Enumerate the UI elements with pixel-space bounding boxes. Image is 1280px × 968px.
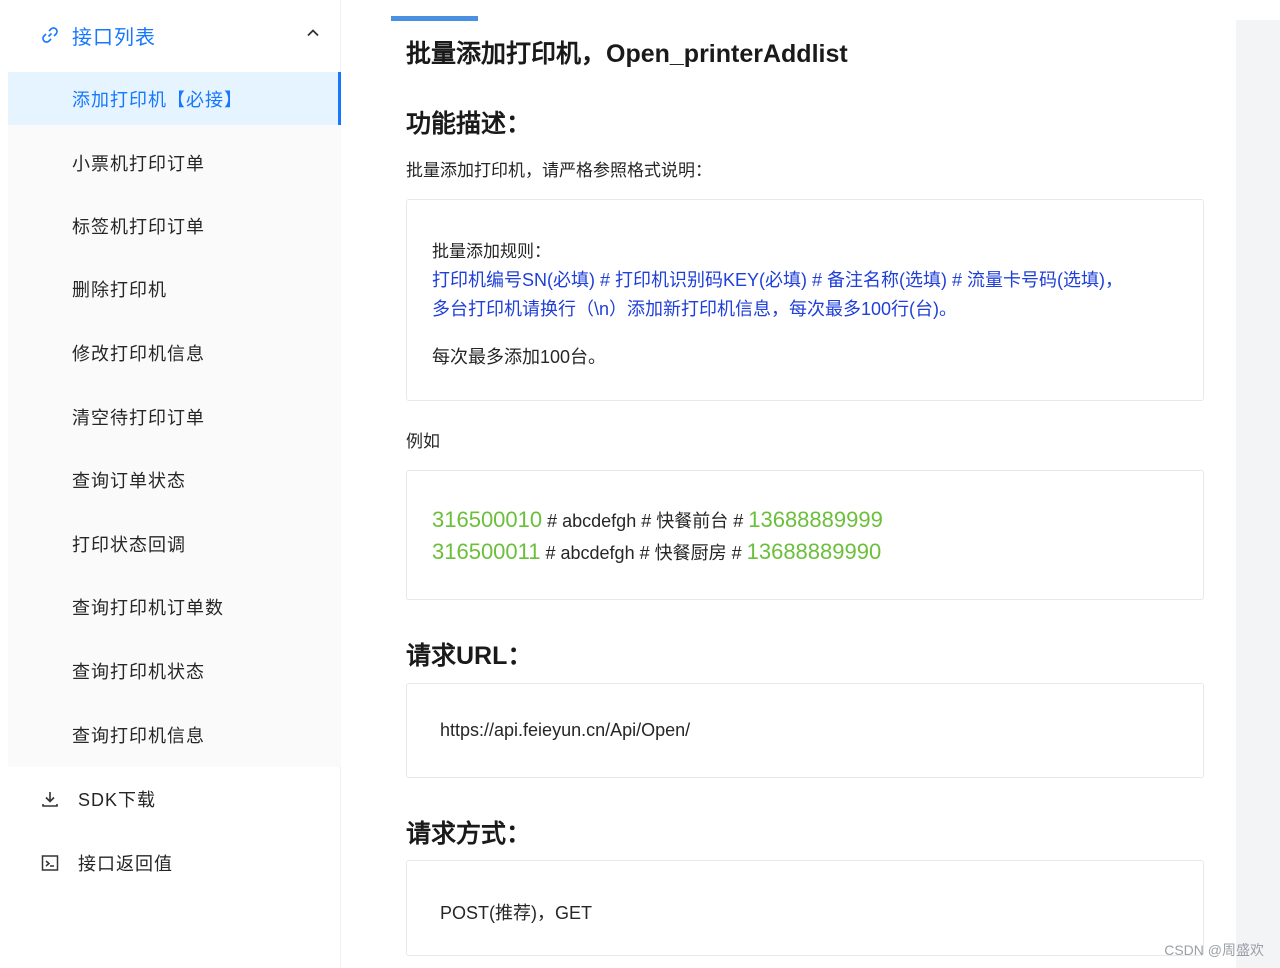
sidebar-item-receipt-print[interactable]: 小票机打印订单 (8, 131, 341, 194)
download-icon (42, 792, 58, 807)
sidebar-item-return-values[interactable]: 接口返回值 (8, 833, 341, 893)
example-box: 316500010 # abcdefgh # 快餐前台 # 1368888999… (406, 470, 1204, 600)
scrollbar-track[interactable] (1236, 20, 1280, 968)
link-icon (42, 27, 58, 43)
func-description: 批量添加打印机，请严格参照格式说明： (406, 161, 712, 180)
request-url[interactable]: https://api.feieyun.cn/Api/Open/ (440, 720, 690, 741)
example-label: 例如 (406, 432, 440, 451)
sidebar-item-label-print[interactable]: 标签机打印订单 (8, 194, 341, 258)
sidebar-item-sdk-download[interactable]: SDK下载 (8, 769, 341, 829)
sidebar-item-add-printer[interactable]: 添加打印机【必接】 (8, 72, 341, 125)
rules-line-2: 多台打印机请换行（\n）添加新打印机信息，每次最多100行(台)。 (432, 299, 958, 319)
sidebar: 接口列表 添加打印机【必接】 小票机打印订单 标签机打印订单 删除打印机 修改打… (8, 0, 341, 968)
url-box: https://api.feieyun.cn/Api/Open/ (406, 683, 1204, 778)
page-title: 批量添加打印机，Open_printerAddlist (406, 40, 848, 68)
example-line-1: 316500010 # abcdefgh # 快餐前台 # 1368888999… (432, 507, 883, 532)
request-method: POST(推荐)，GET (440, 903, 592, 923)
sidebar-item-delete-printer[interactable]: 删除打印机 (8, 258, 341, 322)
sidebar-item-print-callback[interactable]: 打印状态回调 (8, 512, 341, 576)
sidebar-item-order-count[interactable]: 查询打印机订单数 (8, 576, 341, 640)
method-heading: 请求方式： (406, 820, 532, 848)
method-box: POST(推荐)，GET (406, 860, 1204, 956)
watermark: CSDN @周盛欢 (1164, 942, 1264, 958)
func-heading: 功能描述： (406, 110, 532, 138)
submenu: 添加打印机【必接】 小票机打印订单 标签机打印订单 删除打印机 修改打印机信息 … (8, 72, 341, 767)
sidebar-item-printer-status[interactable]: 查询打印机状态 (8, 639, 341, 703)
sidebar-item-clear-queue[interactable]: 清空待打印订单 (8, 385, 341, 449)
tab-indicator (391, 16, 478, 21)
example-line-2: 316500011 # abcdefgh # 快餐厨房 # 1368888999… (432, 539, 882, 564)
rules-line-1: 打印机编号SN(必填) # 打印机识别码KEY(必填) # 备注名称(选填) #… (432, 270, 1124, 290)
rules-title: 批量添加规则： (432, 242, 551, 261)
sidebar-item-printer-info[interactable]: 查询打印机信息 (8, 703, 341, 767)
chevron-up-icon[interactable] (305, 25, 321, 41)
url-heading: 请求URL： (406, 642, 533, 670)
sidebar-item-edit-printer[interactable]: 修改打印机信息 (8, 321, 341, 385)
menu-group-label: 接口列表 (72, 26, 156, 49)
rules-note: 每次最多添加100台。 (432, 347, 607, 367)
menu-group-api-list[interactable]: 接口列表 (8, 10, 341, 60)
terminal-icon (41, 855, 59, 871)
sidebar-item-order-status[interactable]: 查询订单状态 (8, 448, 341, 512)
rules-box: 批量添加规则： 打印机编号SN(必填) # 打印机识别码KEY(必填) # 备注… (406, 199, 1204, 401)
